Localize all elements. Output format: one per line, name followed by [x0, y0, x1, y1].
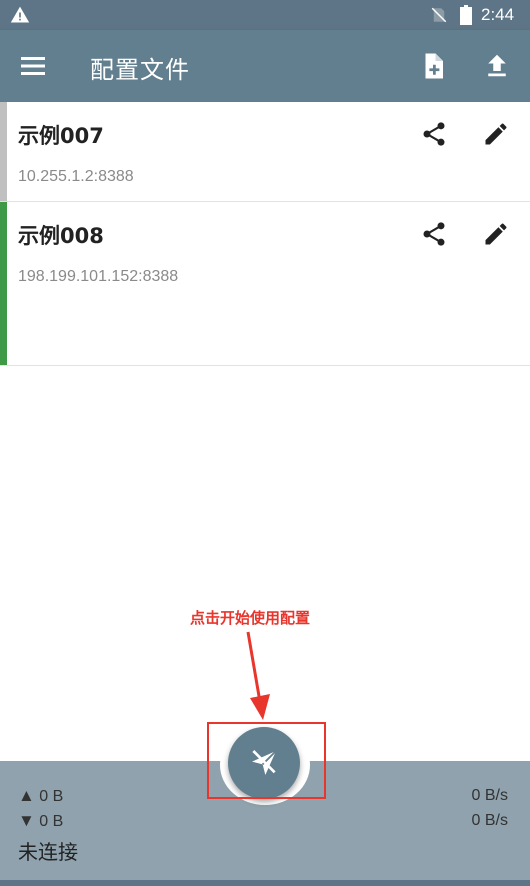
download-rate: 0 B/s — [471, 812, 508, 829]
download-total-value: 0 B — [39, 813, 64, 830]
callout-highlight-box — [207, 722, 326, 799]
download-arrow-icon: ▼ — [18, 811, 35, 830]
page-title: 配置文件 — [90, 56, 190, 84]
download-total: ▼ 0 B — [18, 811, 63, 831]
profile-card-1[interactable]: 示例007 10.255.1.2:8388 — [0, 102, 530, 202]
clock: 2:44 — [481, 5, 515, 24]
profile-card-2[interactable]: 示例008 198.199.101.152:8388 — [0, 202, 530, 366]
profile-accent-bar — [0, 202, 7, 365]
new-file-icon[interactable] — [418, 51, 448, 81]
bottom-edge — [0, 880, 530, 886]
no-sim-icon — [431, 7, 447, 23]
battery-icon — [460, 5, 472, 25]
upload-icon[interactable] — [482, 51, 512, 81]
upload-rate: 0 B/s — [471, 787, 508, 804]
warning-icon — [10, 6, 30, 23]
share-icon[interactable] — [420, 220, 448, 248]
upload-total: ▲ 0 B — [18, 786, 63, 806]
upload-total-value: 0 B — [39, 788, 64, 805]
profile-name: 示例007 — [18, 124, 104, 148]
profile-address: 10.255.1.2:8388 — [18, 168, 134, 185]
callout-text: 点击开始使用配置 — [190, 609, 311, 627]
share-icon[interactable] — [420, 120, 448, 148]
status-bar: 2:44 — [0, 0, 530, 30]
profile-accent-bar — [0, 102, 7, 201]
connection-status: 未连接 — [18, 840, 78, 864]
app-bar: 配置文件 — [0, 30, 530, 102]
profile-address: 198.199.101.152:8388 — [18, 268, 179, 285]
profile-name: 示例008 — [18, 224, 104, 248]
profile-list: 示例007 10.255.1.2:8388 示例008 198.199.101.… — [0, 102, 530, 366]
callout-arrow — [246, 631, 270, 720]
menu-icon[interactable] — [18, 53, 48, 79]
upload-arrow-icon: ▲ — [18, 786, 35, 805]
edit-icon[interactable] — [482, 120, 510, 148]
edit-icon[interactable] — [482, 220, 510, 248]
